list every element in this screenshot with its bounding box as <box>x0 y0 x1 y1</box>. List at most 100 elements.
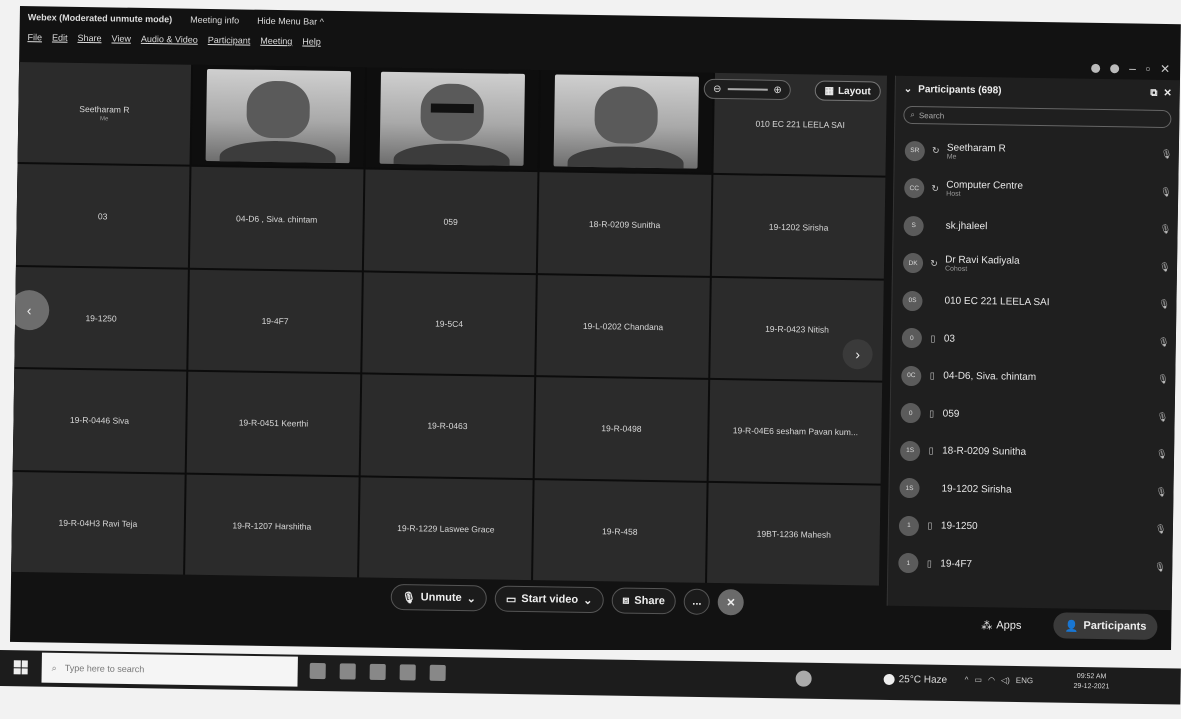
participant-row[interactable]: Ssk.jhaleel 🎙 <box>903 207 1172 249</box>
file-explorer-icon[interactable] <box>309 662 326 680</box>
participant-tile[interactable]: 059 <box>363 169 538 273</box>
participant-tile[interactable]: 19-4F7 <box>188 269 362 373</box>
mic-muted-icon[interactable]: 🎙 <box>1159 262 1171 273</box>
participant-row[interactable]: 0 ▯ 059 🎙 <box>900 394 1169 436</box>
menu-item[interactable]: Help <box>302 36 321 46</box>
tile-name: Seetharam R <box>79 104 130 115</box>
participant-row[interactable]: 0C ▯ 04-D6, Siva. chintam 🎙 <box>901 357 1170 399</box>
maximize-icon[interactable]: ▫ <box>1146 62 1150 76</box>
video-tile[interactable] <box>365 67 540 171</box>
chevron-down-icon[interactable]: ⌄ <box>583 593 592 606</box>
participant-tile[interactable]: 19-R-04H3 Ravi Teja <box>11 471 185 575</box>
clock[interactable]: 09:52 AM 29-12-2021 <box>1073 672 1110 693</box>
close-icon[interactable]: ✕ <box>1160 62 1170 76</box>
menu-item[interactable]: Share <box>77 33 101 43</box>
windows-start-icon[interactable] <box>13 660 28 675</box>
participant-row[interactable]: SR ↻ Seetharam R Me 🎙 <box>904 132 1174 174</box>
battery-icon[interactable]: ▭ <box>974 675 982 684</box>
participant-tile[interactable]: 19-R-0463 <box>360 374 535 478</box>
avatar: 1 <box>898 553 919 574</box>
volume-icon[interactable]: ◁) <box>1001 676 1010 685</box>
network-icon[interactable]: ◠ <box>988 676 995 685</box>
leave-meeting-button[interactable]: ✕ <box>717 589 745 616</box>
participant-row[interactable]: 0S 010 EC 221 LEELA SAI 🎙 <box>902 282 1171 324</box>
browser-icon[interactable] <box>339 663 356 680</box>
mic-muted-icon[interactable]: 🎙 <box>1155 524 1167 535</box>
layout-button[interactable]: ▦ Layout <box>814 80 881 102</box>
chevron-up-icon[interactable]: ^ <box>965 675 969 684</box>
taskbar-search-input[interactable]: ⌕ Type here to search <box>41 652 298 687</box>
start-video-button[interactable]: ▭ Start video ⌄ <box>494 585 604 614</box>
participant-tile[interactable]: Seetharam R Me <box>17 61 192 166</box>
more-options-button[interactable]: ... <box>683 588 711 615</box>
menu-item[interactable]: Meeting <box>260 36 292 47</box>
chrome-icon[interactable] <box>795 670 812 687</box>
participant-tile[interactable]: 19-R-1207 Harshitha <box>185 474 359 578</box>
webex-icon[interactable] <box>399 664 416 681</box>
zoom-in-icon[interactable]: ⊕ <box>773 84 782 95</box>
minimize-icon[interactable]: – <box>1129 61 1136 75</box>
participant-name: 010 EC 221 LEELA SAI <box>944 295 1050 309</box>
participant-tile[interactable]: 19-1202 Sirisha <box>711 175 886 279</box>
popout-icon[interactable]: ⧉ <box>1150 87 1157 98</box>
mic-muted-icon[interactable]: 🎙 <box>1158 337 1170 348</box>
participant-tile[interactable]: 03 <box>15 164 190 268</box>
share-button[interactable]: ⧈ Share <box>611 587 677 615</box>
participant-tile[interactable]: 19-R-0446 Siva <box>12 369 187 473</box>
participant-tile[interactable]: 19BT-1236 Mahesh <box>707 482 881 586</box>
mic-muted-icon[interactable]: 🎙 <box>1155 487 1167 498</box>
mic-muted-icon[interactable]: 🎙 <box>1158 299 1170 310</box>
video-tile[interactable] <box>191 64 366 168</box>
menu-item[interactable]: View <box>111 33 131 43</box>
meeting-info-button[interactable]: Meeting info <box>190 15 239 26</box>
close-icon[interactable]: ✕ <box>1163 87 1172 98</box>
mic-muted-icon[interactable]: 🎙 <box>1161 149 1173 160</box>
participant-tile[interactable]: 04-D6 , Siva. chintam <box>189 167 364 271</box>
mic-muted-icon[interactable]: 🎙 <box>1160 224 1172 235</box>
more-icon: ... <box>692 595 702 608</box>
participants-button[interactable]: 👤 Participants <box>1053 612 1158 640</box>
language-indicator[interactable]: ENG <box>1016 676 1033 685</box>
collapse-chevron-icon[interactable]: ⌄ <box>904 83 913 94</box>
video-tile[interactable] <box>539 70 714 174</box>
mic-muted-icon[interactable]: 🎙 <box>1156 449 1168 460</box>
participant-tile[interactable]: 19-R-1229 Laswee Grace <box>359 477 533 581</box>
participant-tile[interactable]: 19-R-0498 <box>534 377 709 481</box>
weather-widget[interactable]: 25°C Haze <box>883 673 947 686</box>
participant-tile[interactable]: 19-5C4 <box>362 272 536 376</box>
mic-muted-icon[interactable]: 🎙 <box>1157 374 1169 385</box>
zoom-track[interactable] <box>727 88 768 91</box>
menu-item[interactable]: File <box>27 32 42 42</box>
tile-name: 19-5C4 <box>435 318 464 329</box>
participant-tile[interactable]: 19-R-458 <box>533 479 707 583</box>
participant-row[interactable]: 1 ▯ 19-4F7 🎙 <box>898 544 1167 586</box>
store-icon[interactable] <box>369 663 386 681</box>
participant-tile[interactable]: 19-L-0202 Chandana <box>536 274 710 379</box>
participant-row[interactable]: CC ↻ Computer Centre Host 🎙 <box>904 169 1173 211</box>
participant-row[interactable]: 1S 19-1202 Sirisha 🎙 <box>899 469 1168 511</box>
menu-item[interactable]: Participant <box>208 35 251 46</box>
menu-item[interactable]: Audio & Video <box>141 34 198 45</box>
mic-muted-icon[interactable]: 🎙 <box>1160 187 1172 198</box>
profile-dot-icon[interactable] <box>1110 63 1120 73</box>
apps-button[interactable]: ⁂ Apps <box>981 619 1021 633</box>
participant-row[interactable]: 0 ▯ 03 🎙 <box>901 319 1171 361</box>
zoom-out-icon[interactable]: ⊖ <box>713 83 722 94</box>
mic-muted-icon[interactable]: 🎙 <box>1154 562 1166 573</box>
pinned-apps <box>309 662 446 682</box>
participant-row[interactable]: 1 ▯ 19-1250 🎙 <box>898 507 1168 549</box>
unmute-button[interactable]: 🎙 Unmute ⌄ <box>390 583 488 612</box>
system-tray: ^ ▭ ◠ ◁) ENG <box>965 675 1034 685</box>
menu-item[interactable]: Edit <box>52 33 68 43</box>
participant-row[interactable]: 1S ▯ 18-R-0209 Sunitha 🎙 <box>899 432 1169 474</box>
zoom-slider[interactable]: ⊖ ⊕ <box>703 78 791 101</box>
mic-muted-icon[interactable]: 🎙 <box>1157 412 1169 423</box>
participant-tile[interactable]: 18-R-0209 Sunitha <box>537 172 712 276</box>
participant-tile[interactable]: 19-R-0451 Keerthi <box>186 371 361 475</box>
participant-tile[interactable]: 19-R-04E6 sesham Pavan kum... <box>708 380 883 484</box>
chevron-down-icon[interactable]: ⌄ <box>467 592 476 605</box>
app-icon[interactable] <box>429 664 446 682</box>
participant-search-input[interactable]: ⌕ Search <box>903 105 1172 129</box>
hide-menu-bar-button[interactable]: Hide Menu Bar ^ <box>257 16 324 27</box>
participant-row[interactable]: DK ↻ Dr Ravi Kadiyala Cohost 🎙 <box>902 244 1172 286</box>
